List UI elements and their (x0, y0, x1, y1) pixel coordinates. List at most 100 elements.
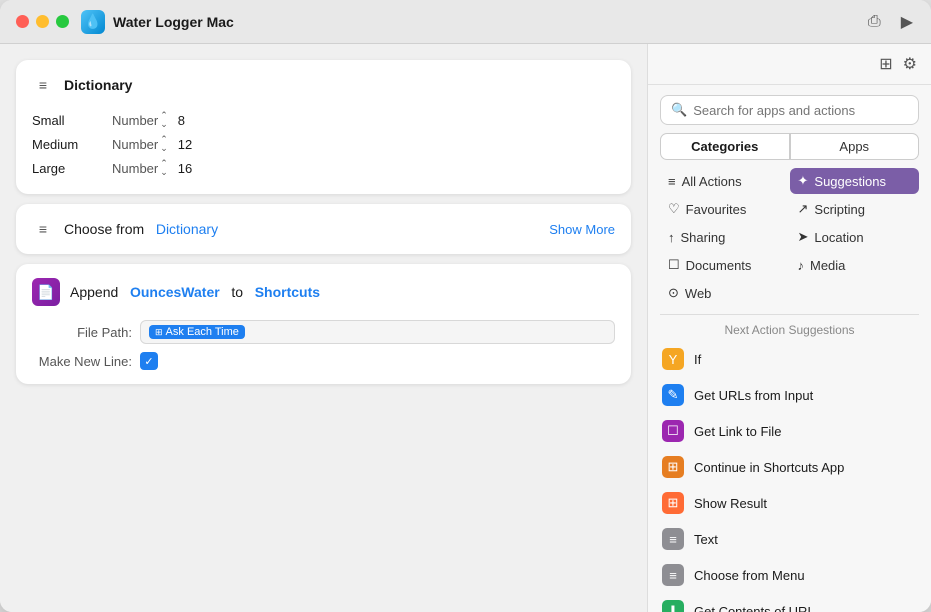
suggestion-choose-from-menu[interactable]: ≡ Choose from Menu (648, 557, 931, 593)
dict-value-medium: 12 (178, 137, 192, 152)
cat-suggestions-label: Suggestions (814, 174, 886, 189)
panel-view-button[interactable]: ⊞ (879, 54, 892, 74)
append-fields: File Path: ⊞ Ask Each Time Make New Line… (32, 320, 615, 370)
panel-filter-button[interactable]: ⚙ (903, 54, 917, 74)
cat-favourites[interactable]: ♡ Favourites (660, 196, 790, 222)
right-panel-header: ⊞ ⚙ (648, 44, 931, 85)
choose-from-menu-icon: ≡ (662, 564, 684, 586)
show-result-icon: ⊞ (662, 492, 684, 514)
if-icon: Y (662, 348, 684, 370)
append-title: Append OuncesWater to Shortcuts (70, 284, 320, 300)
dict-key-medium: Medium (32, 137, 112, 152)
ask-each-time-tag: ⊞ Ask Each Time (149, 325, 245, 339)
suggestion-get-urls[interactable]: ✎ Get URLs from Input (648, 377, 931, 413)
left-panel: ≡ Dictionary Small Number ⌃⌄ 8 Medium Nu… (0, 44, 647, 612)
share-button[interactable]: ⎙ (866, 11, 883, 33)
suggestion-text[interactable]: ≡ Text (648, 521, 931, 557)
suggestion-get-link-label: Get Link to File (694, 424, 781, 439)
app-window: 💧 Water Logger Mac ⎙ ▶ ≡ Dictionary Smal… (0, 0, 931, 612)
cat-location-label: Location (814, 230, 863, 245)
dictionary-icon: ≡ (32, 74, 54, 96)
cat-suggestions[interactable]: ✦ Suggestions (790, 168, 920, 194)
search-input[interactable] (693, 103, 908, 118)
right-panel: ⊞ ⚙ 🔍 Categories Apps ≡ All Actions (647, 44, 931, 612)
location-icon: ➤ (798, 229, 809, 245)
append-variable[interactable]: OuncesWater (130, 284, 220, 300)
cat-documents[interactable]: ☐ Documents (660, 252, 790, 278)
dict-row-medium: Medium Number ⌃⌄ 12 (32, 132, 615, 156)
choose-from-content: Choose from Dictionary (64, 221, 539, 237)
append-to-keyword: to (231, 284, 243, 300)
documents-icon: ☐ (668, 257, 680, 273)
suggestion-continue-shortcuts[interactable]: ⊞ Continue in Shortcuts App (648, 449, 931, 485)
file-path-label: File Path: (32, 325, 132, 340)
maximize-button[interactable] (56, 15, 69, 28)
toggle-categories[interactable]: Categories (660, 133, 790, 160)
suggestion-if-label: If (694, 352, 701, 367)
cat-scripting-label: Scripting (814, 202, 865, 217)
cat-all-actions[interactable]: ≡ All Actions (660, 168, 790, 194)
minimize-button[interactable] (36, 15, 49, 28)
toggle-apps[interactable]: Apps (790, 133, 920, 160)
toggle-group: Categories Apps (660, 133, 919, 160)
all-actions-icon: ≡ (668, 174, 676, 189)
choose-from-keyword: Choose from (64, 221, 144, 237)
suggestion-show-result[interactable]: ⊞ Show Result (648, 485, 931, 521)
close-button[interactable] (16, 15, 29, 28)
make-new-line-checkbox[interactable]: ✓ (140, 352, 158, 370)
cat-media-label: Media (810, 258, 845, 273)
play-button[interactable]: ▶ (899, 10, 915, 34)
file-path-row: File Path: ⊞ Ask Each Time (32, 320, 615, 344)
continue-shortcuts-icon: ⊞ (662, 456, 684, 478)
suggestions-section: Next Action Suggestions Y If ✎ Get URLs … (648, 315, 931, 612)
dict-type-small: Number ⌃⌄ (112, 111, 168, 129)
window-title: Water Logger Mac (113, 14, 866, 30)
dictionary-card-header: ≡ Dictionary (32, 74, 615, 96)
dict-key-large: Large (32, 161, 112, 176)
dict-row-large: Large Number ⌃⌄ 16 (32, 156, 615, 180)
suggestion-if[interactable]: Y If (648, 341, 931, 377)
dict-row-small: Small Number ⌃⌄ 8 (32, 108, 615, 132)
cat-web[interactable]: ⊙ Web (660, 280, 790, 306)
cat-sharing[interactable]: ↑ Sharing (660, 224, 790, 250)
suggestion-text-label: Text (694, 532, 718, 547)
append-keyword: Append (70, 284, 118, 300)
suggestions-icon: ✦ (798, 173, 809, 189)
sharing-icon: ↑ (668, 230, 675, 245)
dict-type-large: Number ⌃⌄ (112, 159, 168, 177)
search-icon: 🔍 (671, 102, 687, 118)
cat-sharing-label: Sharing (681, 230, 726, 245)
cat-media[interactable]: ♪ Media (790, 252, 920, 278)
append-destination[interactable]: Shortcuts (255, 284, 320, 300)
append-icon: 📄 (32, 278, 60, 306)
choose-from-source[interactable]: Dictionary (156, 221, 218, 237)
dict-value-small: 8 (178, 113, 185, 128)
ask-each-time-label: Ask Each Time (166, 326, 239, 338)
categories-nav: ≡ All Actions ✦ Suggestions ♡ Favourites… (648, 168, 931, 314)
show-more-button[interactable]: Show More (549, 222, 615, 237)
cat-location[interactable]: ➤ Location (790, 224, 920, 250)
suggestions-label: Next Action Suggestions (648, 315, 931, 341)
dict-value-large: 16 (178, 161, 192, 176)
suggestion-get-contents-url-label: Get Contents of URL (694, 604, 815, 612)
suggestion-continue-shortcuts-label: Continue in Shortcuts App (694, 460, 844, 475)
scripting-icon: ↗ (798, 201, 809, 217)
suggestion-get-contents-url[interactable]: ⬇ Get Contents of URL (648, 593, 931, 612)
cat-scripting[interactable]: ↗ Scripting (790, 196, 920, 222)
search-bar: 🔍 (660, 95, 919, 125)
dictionary-title: Dictionary (64, 77, 132, 93)
cat-documents-label: Documents (686, 258, 752, 273)
traffic-lights (16, 15, 69, 28)
suggestion-choose-from-menu-label: Choose from Menu (694, 568, 805, 583)
suggestion-get-urls-label: Get URLs from Input (694, 388, 813, 403)
web-icon: ⊙ (668, 285, 679, 301)
append-header: 📄 Append OuncesWater to Shortcuts (32, 278, 615, 306)
dict-key-small: Small (32, 113, 112, 128)
favourites-icon: ♡ (668, 201, 680, 217)
make-new-line-row: Make New Line: ✓ (32, 352, 615, 370)
dictionary-card: ≡ Dictionary Small Number ⌃⌄ 8 Medium Nu… (16, 60, 631, 194)
append-card: 📄 Append OuncesWater to Shortcuts File P… (16, 264, 631, 384)
file-path-input[interactable]: ⊞ Ask Each Time (140, 320, 615, 344)
suggestion-get-link[interactable]: ☐ Get Link to File (648, 413, 931, 449)
choose-from-icon: ≡ (32, 218, 54, 240)
